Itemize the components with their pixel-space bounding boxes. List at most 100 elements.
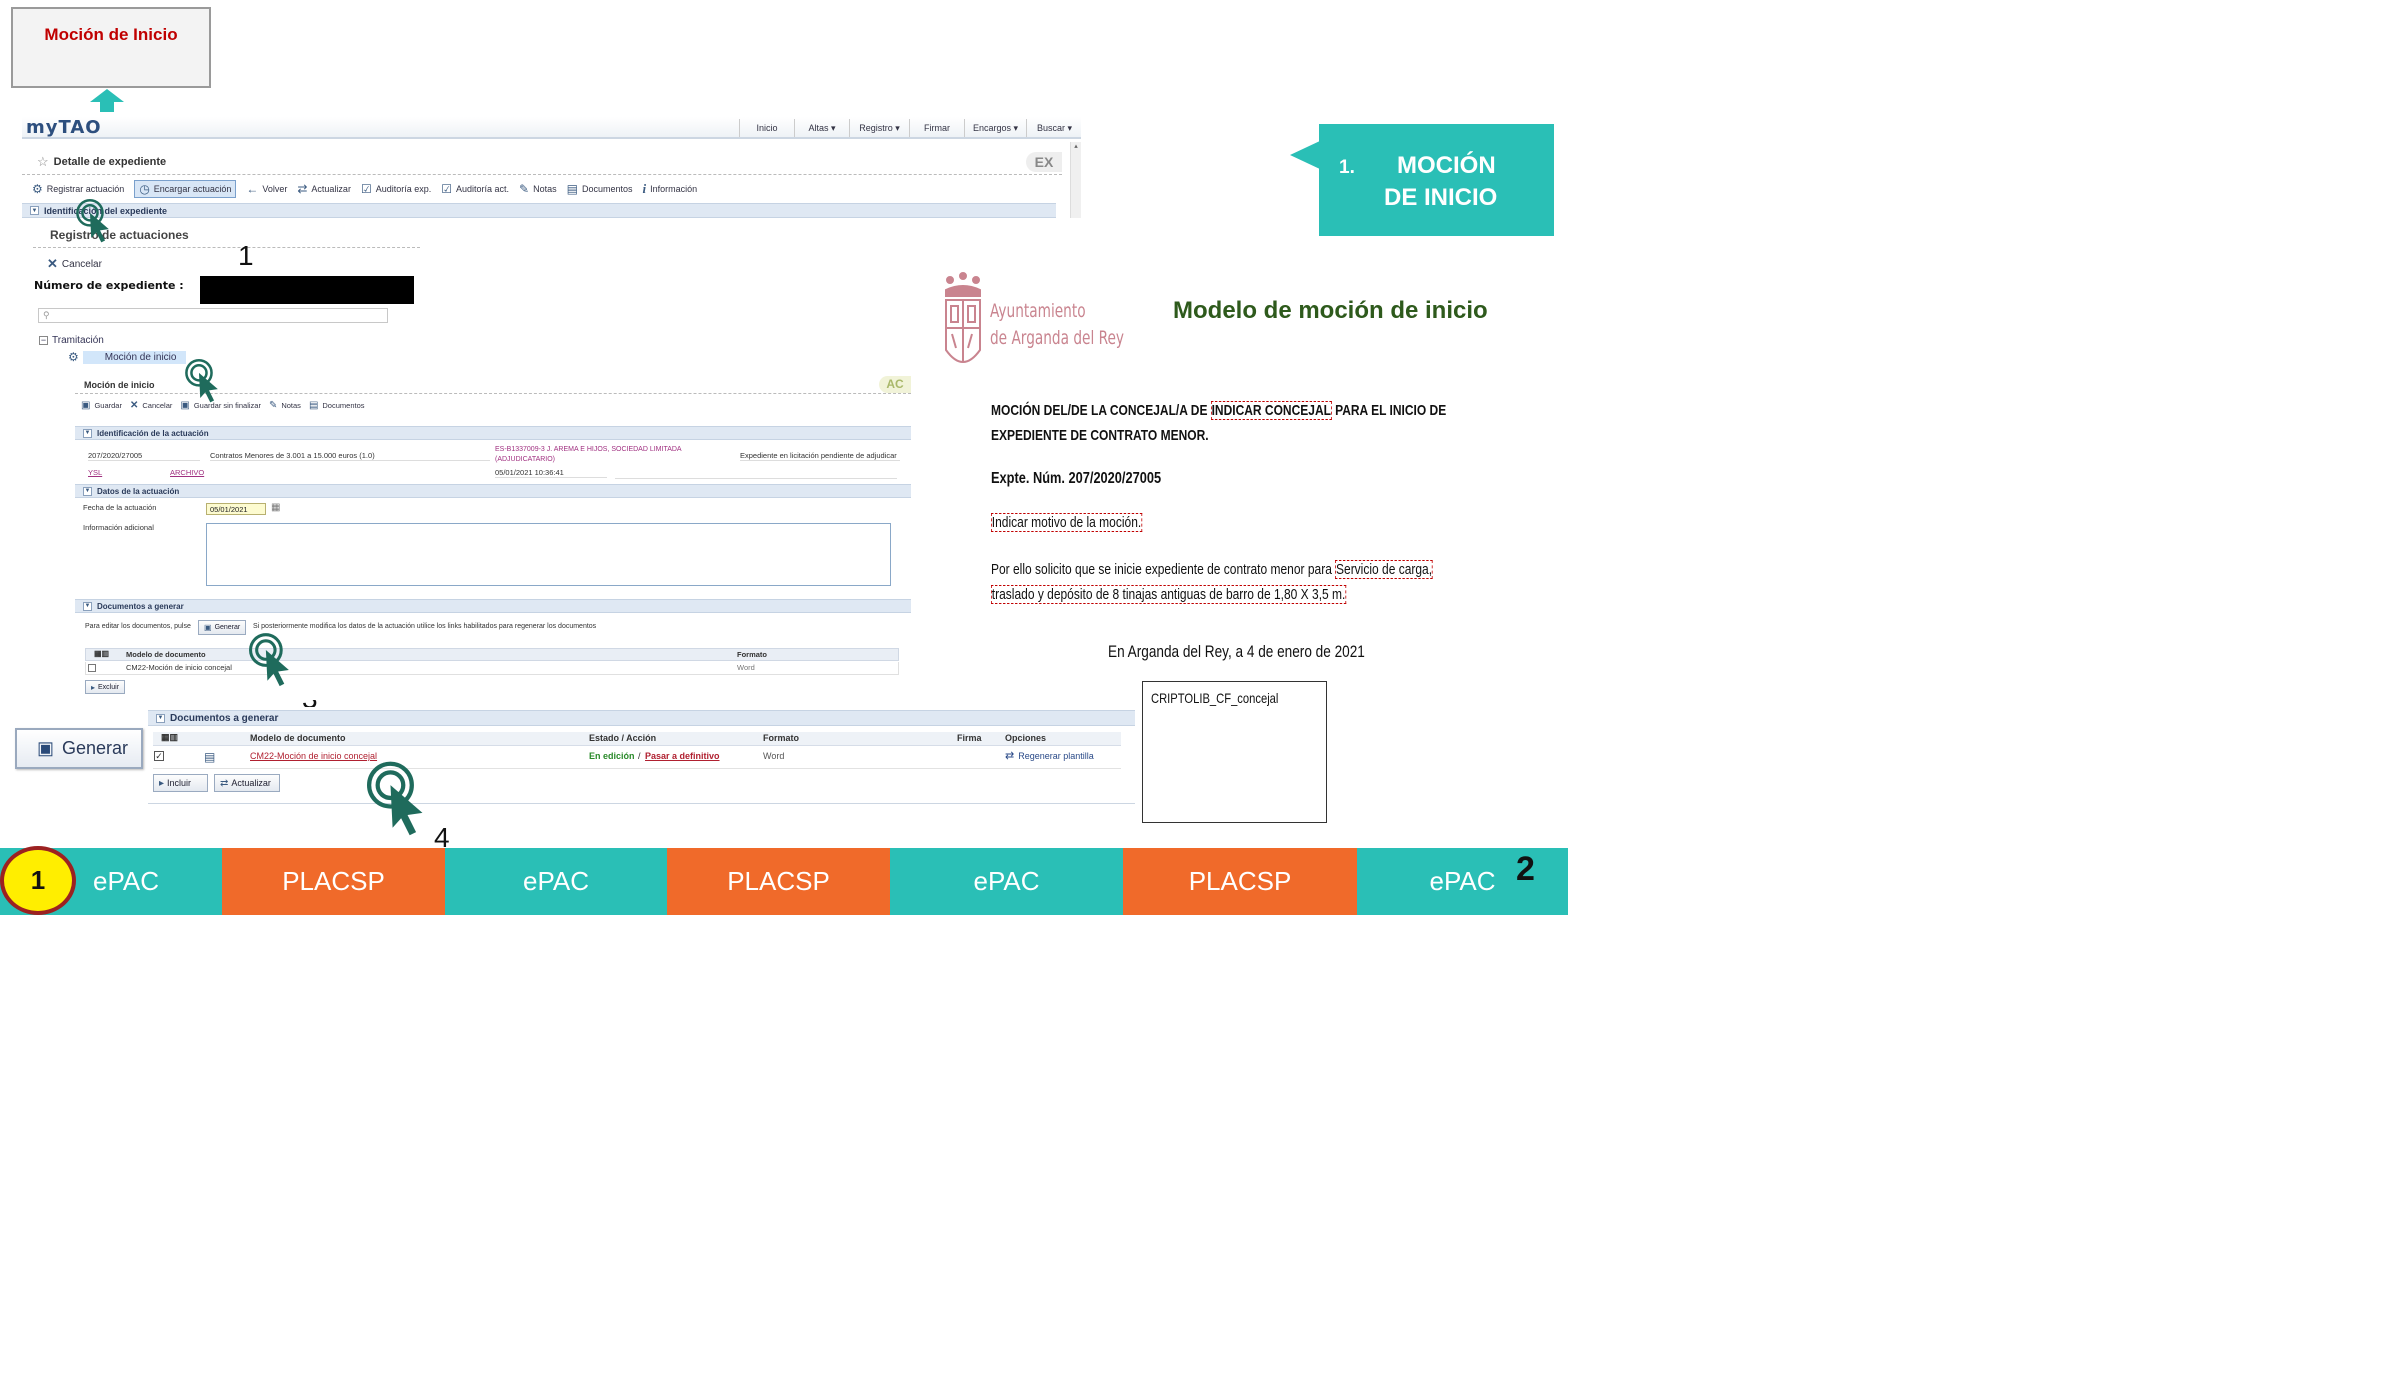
- docs-hint-post: Si posteriormente modifica los datos de …: [253, 623, 597, 630]
- doc-motivo-text: Indicar motivo de la moción.: [991, 513, 1143, 532]
- doc-paragraph-3: Por ello solicito que se inicie expedien…: [991, 557, 1433, 607]
- tree-tramitacion[interactable]: − Tramitación: [39, 335, 104, 346]
- numero-expediente-redacted: [200, 276, 414, 304]
- docs-panel-header: ▦▥ Modelo de documento Estado / Acción F…: [153, 732, 1121, 746]
- ribbon-label: ePAC: [1429, 866, 1496, 896]
- ayuntamiento-line2: de Arganda del Rey: [990, 327, 1124, 349]
- collapse-icon: ▼: [83, 486, 92, 496]
- tree-mocion-inicio[interactable]: ⚙ Moción de inicio: [68, 350, 187, 364]
- encargar-actuacion-label: Encargar actuación: [153, 184, 232, 194]
- nav-altas[interactable]: Altas ▾: [794, 119, 849, 137]
- ribbon-placsp: PLACSP: [667, 848, 890, 915]
- doc-checkbox-checked[interactable]: ✓: [154, 751, 164, 761]
- actuacion-title: Moción de inicio: [84, 379, 155, 390]
- generar-big-icon: ▣: [37, 738, 55, 758]
- docs-panel-section[interactable]: ▼ Documentos a generar: [148, 710, 1135, 726]
- arrow-up-icon: [90, 89, 124, 113]
- doc-fecha: En Arganda del Rey, a 4 de enero de 2021: [1108, 642, 1365, 661]
- search-icon: ⚲: [43, 310, 50, 320]
- incluir-label: Incluir: [167, 778, 192, 788]
- refresh-icon: ⇄: [220, 777, 229, 789]
- estado-en-edicion: En edición: [589, 751, 635, 761]
- incluir-button[interactable]: ▸ Incluir: [153, 774, 208, 792]
- documentos-actuacion-label: Documentos: [322, 401, 365, 410]
- notas-actuacion-button[interactable]: ✎ Notas: [269, 400, 301, 411]
- paperclip-icon: ✎: [519, 182, 530, 196]
- auditoria-exp-button[interactable]: ☑ Auditoría exp.: [361, 180, 431, 198]
- generar-big-button[interactable]: ▣ Generar: [15, 728, 143, 769]
- nav-encargos[interactable]: Encargos ▾: [964, 119, 1026, 137]
- doc-p1-line2: EXPEDIENTE DE CONTRATO MENOR.: [991, 427, 1209, 444]
- documentos-button[interactable]: ▤ Documentos: [567, 180, 633, 198]
- informacion-button[interactable]: i Información: [643, 180, 698, 198]
- mytao-topbar: myTAO Inicio Altas ▾ Registro ▾ Firmar E…: [22, 117, 1081, 139]
- doc-name-link[interactable]: CM22-Moción de inicio concejal: [250, 751, 377, 761]
- regenerar-plantilla-button[interactable]: ⇄ Regenerar plantilla: [1005, 749, 1094, 762]
- excluir-button[interactable]: ▸ Excluir: [85, 680, 126, 694]
- callout-line2: DE INICIO: [1384, 184, 1498, 211]
- select-all-icon[interactable]: ▦▥: [161, 732, 178, 743]
- auditoria-act-button[interactable]: ☑ Auditoría act.: [441, 180, 509, 198]
- auditoria-exp-label: Auditoría exp.: [375, 184, 432, 194]
- ac-badge: AC: [879, 376, 911, 393]
- cell-fecha-hora: 05/01/2021 10:36:41: [495, 468, 607, 478]
- documentos-label: Documentos: [581, 184, 633, 194]
- include-icon: ▸: [159, 777, 165, 789]
- pasar-definitivo-link[interactable]: Pasar a definitivo: [645, 751, 720, 761]
- ayuntamiento-name: Ayuntamiento de Arganda del Rey: [990, 298, 1124, 352]
- ribbon-epac: ePAC: [1357, 848, 1568, 915]
- notas-button[interactable]: ✎ Notas: [519, 180, 557, 198]
- identificacion-actuacion-label: Identificación de la actuación: [97, 428, 209, 438]
- cell-ysl-link[interactable]: YSL: [88, 468, 102, 477]
- nav-buscar[interactable]: Buscar ▾: [1026, 119, 1081, 137]
- info-adicional-textarea[interactable]: [206, 523, 891, 586]
- cell-adjudicatario[interactable]: ES-B1337009-3 J. AREMA E HIJOS, SOCIEDAD…: [495, 445, 725, 465]
- documentos-actuacion-button[interactable]: ▤ Documentos: [309, 400, 365, 411]
- click-cursor-icon: [76, 199, 109, 243]
- actualizar-button[interactable]: ⇄ Actualizar: [297, 180, 351, 198]
- doc-motivo: Indicar motivo de la moción.: [991, 513, 1407, 532]
- cell-tipo-contrato: Contratos Menores de 3.001 a 15.000 euro…: [210, 451, 490, 461]
- calendar-icon[interactable]: ▦: [271, 502, 280, 513]
- col-opciones: Opciones: [1005, 733, 1047, 743]
- doc-p3-highlight-1: Servicio de carga,: [1335, 560, 1433, 579]
- registrar-actuacion-label: Registrar actuación: [46, 184, 125, 194]
- datos-actuacion-section[interactable]: ▼ Datos de la actuación: [75, 484, 911, 498]
- fecha-actuacion-input[interactable]: 05/01/2021: [206, 503, 266, 515]
- click-cursor-icon: [249, 633, 289, 687]
- nav-firmar[interactable]: Firmar: [909, 119, 964, 137]
- nav-registro[interactable]: Registro ▾: [849, 119, 909, 137]
- volver-button[interactable]: ← Volver: [246, 180, 287, 198]
- star-icon[interactable]: ☆: [37, 154, 49, 170]
- estado-separator: /: [638, 751, 641, 761]
- documentos-generar-section[interactable]: ▼ Documentos a generar: [75, 599, 911, 613]
- refresh-icon: ⇄: [297, 182, 308, 196]
- generar-small-button[interactable]: ▣ Generar: [198, 620, 247, 635]
- ribbon-label: PLACSP: [282, 866, 385, 896]
- nav-inicio[interactable]: Inicio: [739, 119, 794, 137]
- word-doc-icon[interactable]: ▤: [204, 750, 215, 764]
- identificacion-actuacion-section[interactable]: ▼ Identificación de la actuación: [75, 426, 911, 440]
- doc-checkbox[interactable]: [88, 664, 96, 672]
- ayuntamiento-line1: Ayuntamiento: [990, 300, 1086, 322]
- actualizar-docs-button[interactable]: ⇄ Actualizar: [214, 774, 280, 792]
- close-icon: ✕: [47, 256, 58, 271]
- callout-number: 1.: [1339, 157, 1355, 178]
- nav-altas-label: Altas: [808, 123, 829, 133]
- detalle-title: Detalle de expediente: [53, 156, 167, 168]
- ribbon-badge-number: 1: [30, 865, 46, 895]
- guardar-button[interactable]: ▣ Guardar: [81, 400, 122, 411]
- col-formato: Formato: [737, 650, 767, 659]
- registrar-actuacion-button[interactable]: ⚙ Registrar actuación: [32, 180, 124, 198]
- encargar-actuacion-button[interactable]: ◷ Encargar actuación: [134, 180, 237, 198]
- document-icon: ▤: [566, 182, 578, 196]
- callout-line1: MOCIÓN: [1397, 152, 1496, 179]
- identificacion-expediente-section[interactable]: ▼ Identificación del expediente: [22, 203, 1056, 218]
- cancelar-actuacion-button[interactable]: ✕ Cancelar: [130, 400, 172, 411]
- mytao-scrollbar[interactable]: ▴: [1070, 142, 1081, 218]
- cell-archivo-link[interactable]: ARCHIVO: [170, 468, 204, 477]
- cancelar-button[interactable]: ✕ Cancelar: [47, 256, 102, 272]
- guardar-label: Guardar: [94, 401, 122, 410]
- select-all-icon[interactable]: ▦▥: [94, 649, 109, 658]
- search-input[interactable]: ⚲: [38, 308, 388, 323]
